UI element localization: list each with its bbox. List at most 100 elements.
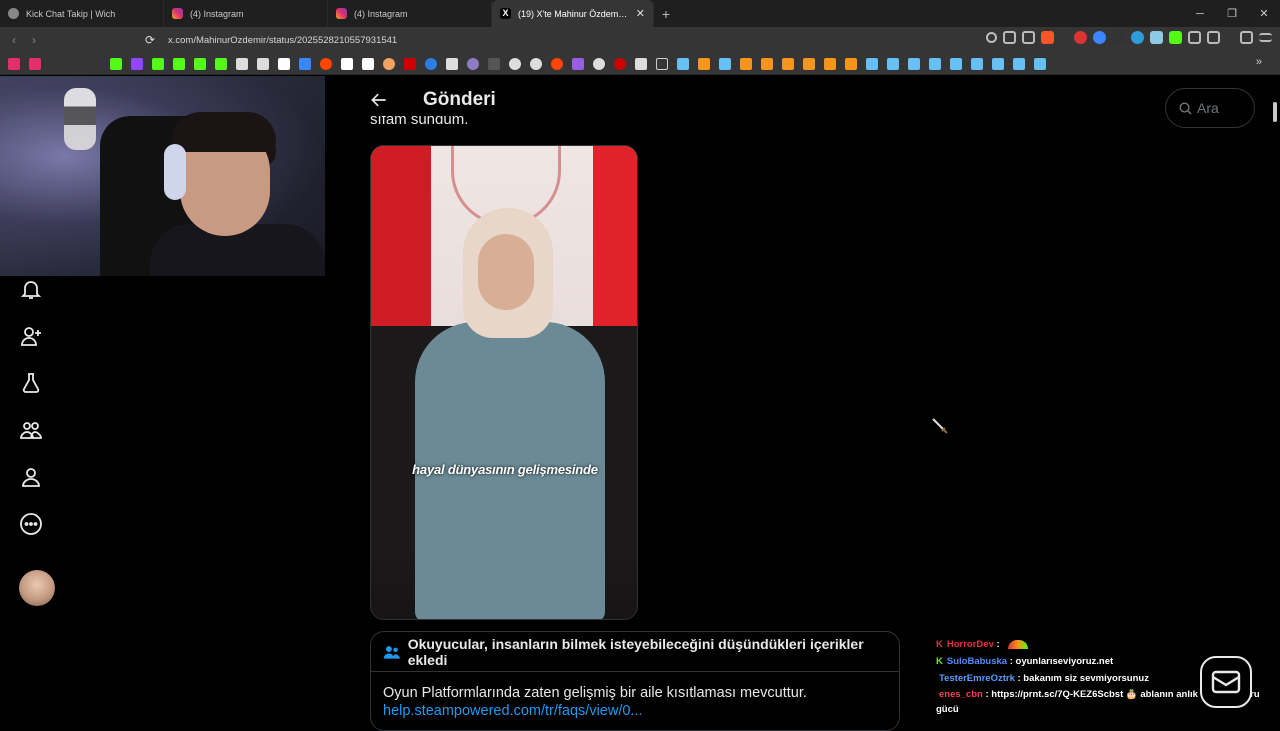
extension-icon[interactable] xyxy=(1112,31,1125,44)
search-input[interactable] xyxy=(1197,100,1253,116)
bookmark-icon[interactable] xyxy=(614,57,626,70)
bookmark-icon[interactable] xyxy=(824,57,836,70)
bookmark-icon[interactable] xyxy=(782,57,794,70)
profile-icon[interactable] xyxy=(18,464,44,490)
bookmarks-overflow-button[interactable]: » xyxy=(1256,56,1262,68)
community-note-header: Okuyucular, insanların bilmek isteyebile… xyxy=(371,632,899,672)
page-scrollbar[interactable] xyxy=(1270,76,1280,720)
close-window-icon[interactable]: ✕ xyxy=(1248,7,1280,20)
kick-extension-icon[interactable] xyxy=(1169,31,1182,44)
bookmark-icon[interactable] xyxy=(383,57,395,70)
steam-icon[interactable] xyxy=(1013,57,1025,70)
bookmark-icon[interactable] xyxy=(320,57,332,70)
bookmark-icon[interactable] xyxy=(635,57,647,70)
bookmark-icon[interactable] xyxy=(362,57,374,70)
scrollbar-thumb[interactable] xyxy=(1273,102,1277,122)
search-box[interactable] xyxy=(1165,88,1255,128)
restore-icon[interactable]: ❐ xyxy=(1216,7,1248,20)
notifications-icon[interactable] xyxy=(18,276,44,302)
back-arrow-icon[interactable] xyxy=(369,90,389,110)
steam-icon[interactable] xyxy=(719,57,731,70)
messages-button[interactable] xyxy=(1200,656,1252,708)
bookmark-icon[interactable] xyxy=(509,57,521,70)
post-video[interactable]: hayal dünyasının gelişmesinde xyxy=(370,145,638,620)
figurine xyxy=(64,88,96,150)
bookmark-icon[interactable] xyxy=(551,57,563,70)
steam-icon[interactable] xyxy=(887,57,899,70)
bookmark-icon[interactable] xyxy=(131,57,143,70)
bookmark-icon[interactable] xyxy=(572,57,584,70)
bookmark-icon[interactable] xyxy=(194,57,206,70)
kick-badge-icon: K xyxy=(936,639,943,650)
bookmark-icon[interactable] xyxy=(236,57,248,70)
steam-icon[interactable] xyxy=(992,57,1004,70)
steam-icon[interactable] xyxy=(971,57,983,70)
brave-shield-icon[interactable] xyxy=(1041,31,1054,44)
steam-icon[interactable] xyxy=(908,57,920,70)
browser-tab[interactable]: Kick Chat Takip | Wich xyxy=(0,0,164,27)
community-note-link[interactable]: help.steampowered.com/tr/faqs/view/0... xyxy=(383,702,887,720)
browser-tab[interactable]: (4) Instagram xyxy=(164,0,328,27)
bookmark-icon[interactable] xyxy=(299,57,311,70)
bookmark-icon[interactable] xyxy=(152,57,164,70)
bookmark-icon[interactable] xyxy=(761,57,773,70)
steam-icon[interactable] xyxy=(677,57,689,70)
community-notes-icon xyxy=(383,645,400,659)
bookmark-icon[interactable] xyxy=(740,57,752,70)
extension-icon[interactable] xyxy=(1131,31,1144,44)
follow-icon[interactable] xyxy=(18,323,44,349)
back-nav-icon[interactable]: ‹ xyxy=(4,33,24,47)
bookmark-icon[interactable] xyxy=(173,57,185,70)
steam-icon[interactable] xyxy=(1034,57,1046,70)
puzzle-icon[interactable] xyxy=(1188,31,1201,44)
bookmark-icon[interactable] xyxy=(593,57,605,70)
extension-icon[interactable] xyxy=(1074,31,1087,44)
sword-cursor-icon xyxy=(932,418,948,434)
sidebar-icon[interactable] xyxy=(1207,31,1220,44)
bookmark-icon[interactable] xyxy=(698,57,710,70)
forward-nav-icon[interactable]: › xyxy=(24,33,44,47)
new-tab-button[interactable]: + xyxy=(654,6,678,22)
browser-tab-bar: Kick Chat Takip | Wich (4) Instagram (4)… xyxy=(0,0,1280,27)
bookmark-icon[interactable] xyxy=(488,57,500,70)
bookmark-icon[interactable] xyxy=(341,57,353,70)
more-icon[interactable] xyxy=(18,511,44,537)
music-icon[interactable] xyxy=(1240,31,1253,44)
folder-icon[interactable] xyxy=(656,57,668,70)
extension-icon[interactable] xyxy=(1150,31,1163,44)
bookmark-icon[interactable] xyxy=(803,57,815,70)
share-icon[interactable] xyxy=(1022,31,1035,44)
address-bar: ‹ › ⟳ x.com/MahinurOzdemir/status/202552… xyxy=(0,27,1280,53)
menu-icon[interactable] xyxy=(1259,33,1272,42)
steam-icon[interactable] xyxy=(866,57,878,70)
bookmark-icon[interactable] xyxy=(29,57,41,70)
x-icon: X xyxy=(500,8,511,19)
steam-icon[interactable] xyxy=(950,57,962,70)
bookmark-icon[interactable] xyxy=(404,57,416,70)
bookmark-icon[interactable] xyxy=(8,57,20,70)
bookmark-icon[interactable] xyxy=(845,57,857,70)
extension-icon[interactable] xyxy=(1093,31,1106,44)
bookmark-icon[interactable] xyxy=(530,57,542,70)
bookmark-icon[interactable] xyxy=(446,57,458,70)
video-subtitle: hayal dünyasının gelişmesinde xyxy=(412,462,598,477)
account-avatar[interactable] xyxy=(19,570,55,606)
bookmark-icon[interactable] xyxy=(467,57,479,70)
zoom-icon[interactable] xyxy=(986,32,997,43)
grok-flask-icon[interactable] xyxy=(18,370,44,396)
close-icon[interactable]: ✕ xyxy=(636,7,645,20)
bookmark-icon[interactable] xyxy=(215,57,227,70)
reload-icon[interactable]: ⟳ xyxy=(140,33,160,47)
steam-icon[interactable] xyxy=(929,57,941,70)
bookmark-icon[interactable] xyxy=(425,57,437,70)
url-field[interactable]: x.com/MahinurOzdemir/status/202552821055… xyxy=(168,35,397,46)
x-bookmark-icon[interactable] xyxy=(278,57,290,70)
communities-icon[interactable] xyxy=(18,417,44,443)
bookmark-icon[interactable] xyxy=(110,57,122,70)
browser-tab-active[interactable]: X (19) X'te Mahinur Özdemir Gö ✕ xyxy=(492,0,654,27)
browser-tab[interactable]: (4) Instagram xyxy=(328,0,492,27)
cast-icon[interactable] xyxy=(1003,31,1016,44)
kick-badge-icon: K xyxy=(936,656,943,667)
minimize-icon[interactable]: ─ xyxy=(1184,8,1216,20)
bookmark-icon[interactable] xyxy=(257,57,269,70)
